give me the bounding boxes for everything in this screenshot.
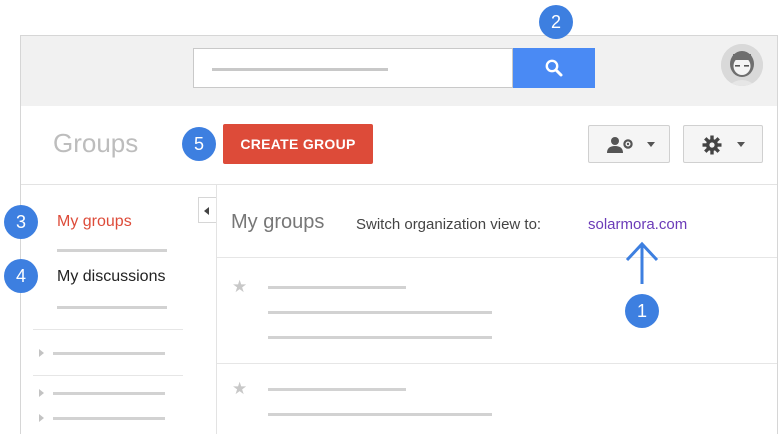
search-input[interactable] — [193, 48, 513, 88]
collapse-arrow-icon[interactable] — [198, 197, 216, 223]
sidebar-item-line — [53, 417, 165, 420]
group-row-line — [268, 336, 492, 339]
chevron-down-icon — [737, 142, 745, 147]
group-row-line — [268, 388, 406, 391]
expand-arrow-icon — [39, 414, 44, 422]
sidebar-divider — [33, 329, 183, 330]
group-row-line — [268, 413, 492, 416]
sidebar-placeholder-line — [57, 249, 167, 252]
settings-button[interactable] — [683, 125, 763, 163]
member-settings-button[interactable] — [588, 125, 670, 163]
chevron-down-icon — [647, 142, 655, 147]
sidebar-placeholder-line — [57, 306, 167, 309]
search-icon — [545, 59, 563, 77]
page-title: Groups — [53, 128, 139, 158]
org-view-link[interactable]: solarmora.com — [588, 216, 687, 233]
sidebar-divider — [33, 375, 183, 376]
annotation-badge-4: 4 — [4, 259, 38, 293]
annotation-badge-3: 3 — [4, 205, 38, 239]
switch-org-label: Switch organization view to: — [356, 216, 542, 233]
header-row: Groups CREATE GROUP — [21, 106, 777, 185]
sidebar-item-my-groups[interactable]: My groups — [57, 213, 132, 231]
group-row-line — [268, 311, 492, 314]
group-row-line — [268, 286, 406, 289]
avatar[interactable] — [721, 44, 763, 86]
annotation-badge-1: 1 — [625, 294, 659, 328]
expand-arrow-icon — [39, 389, 44, 397]
search-placeholder-line — [212, 68, 388, 71]
section-title: My groups — [231, 211, 325, 233]
star-icon[interactable]: ★ — [232, 379, 247, 399]
groups-app-frame: Groups CREATE GROUP My groups My discuss… — [20, 35, 778, 434]
arrow-up-icon — [625, 241, 659, 284]
search-button[interactable] — [513, 48, 595, 88]
expand-arrow-icon — [39, 349, 44, 357]
avatar-image — [721, 44, 763, 86]
annotation-badge-2: 2 — [539, 5, 573, 39]
sidebar-item-line — [53, 392, 165, 395]
create-group-button[interactable]: CREATE GROUP — [223, 124, 373, 164]
sidebar-item-my-discussions[interactable]: My discussions — [57, 268, 165, 286]
main-content: My groups Switch organization view to: s… — [217, 185, 777, 434]
sidebar: My groups My discussions — [21, 185, 217, 434]
annotation-badge-5: 5 — [182, 127, 216, 161]
gear-icon — [702, 135, 722, 155]
row-divider — [217, 363, 777, 364]
star-icon[interactable]: ★ — [232, 277, 247, 297]
sidebar-item-line — [53, 352, 165, 355]
row-divider — [217, 257, 777, 258]
people-settings-icon — [607, 137, 633, 153]
top-bar — [21, 36, 777, 106]
